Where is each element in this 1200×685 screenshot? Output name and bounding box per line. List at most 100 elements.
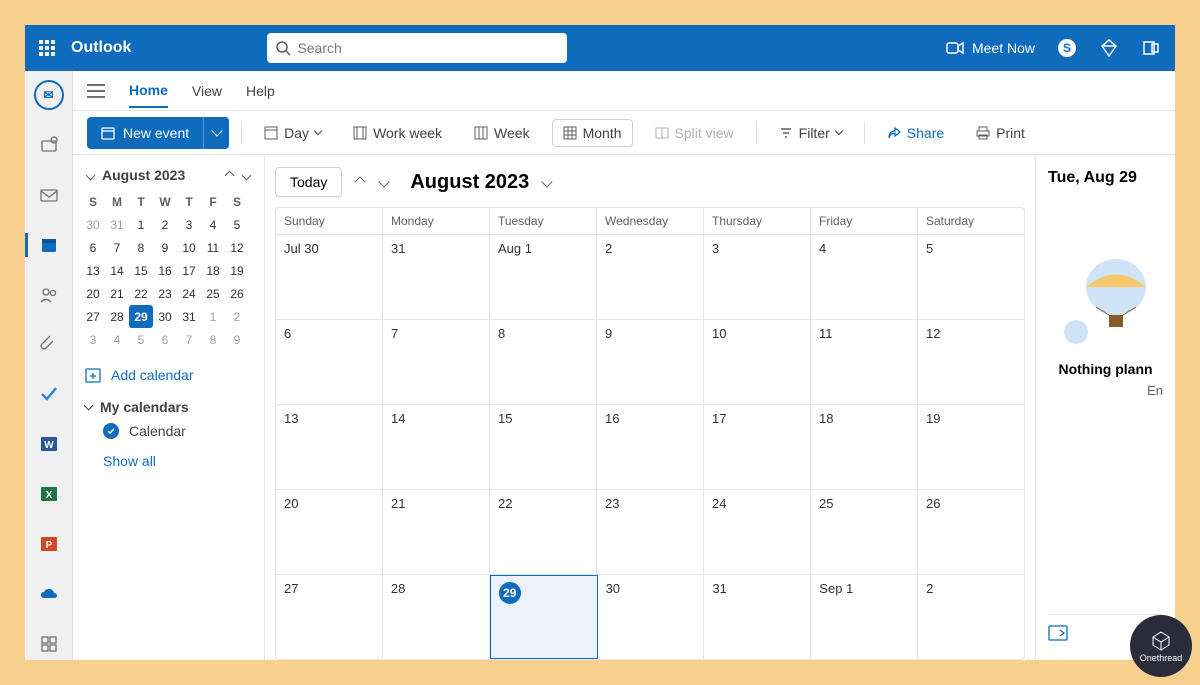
minical-day[interactable]: 7 [105, 236, 129, 259]
minical-day[interactable]: 30 [153, 305, 177, 328]
premium-icon[interactable] [1099, 38, 1119, 58]
minical-day[interactable]: 5 [225, 213, 249, 236]
minical-day[interactable]: 29 [129, 305, 153, 328]
new-event-dropdown[interactable] [203, 117, 229, 149]
minical-day[interactable]: 15 [129, 259, 153, 282]
minical-day[interactable]: 27 [81, 305, 105, 328]
minical-day[interactable]: 6 [81, 236, 105, 259]
minical-day[interactable]: 4 [201, 213, 225, 236]
day-cell[interactable]: 27 [276, 575, 383, 659]
tab-view[interactable]: View [192, 75, 222, 107]
day-cell[interactable]: 9 [597, 320, 704, 404]
day-cell[interactable]: 6 [276, 320, 383, 404]
minical-day[interactable]: 30 [81, 213, 105, 236]
next-month-button[interactable] [378, 171, 390, 193]
minical-day[interactable]: 25 [201, 282, 225, 305]
minical-day[interactable]: 23 [153, 282, 177, 305]
rail-mail[interactable] [33, 129, 65, 161]
day-cell[interactable]: 14 [383, 405, 490, 489]
minical-day[interactable]: 21 [105, 282, 129, 305]
tab-help[interactable]: Help [246, 75, 275, 107]
day-cell[interactable]: 17 [704, 405, 811, 489]
view-day-button[interactable]: Day [254, 120, 331, 146]
minical-day[interactable]: 3 [81, 328, 105, 351]
minical-day[interactable]: 8 [129, 236, 153, 259]
minical-day[interactable]: 7 [177, 328, 201, 351]
day-cell[interactable]: 20 [276, 490, 383, 574]
day-cell[interactable]: Sep 1 [811, 575, 918, 659]
rail-more-apps[interactable] [33, 628, 65, 660]
app-launcher-icon[interactable] [39, 40, 55, 56]
view-week-button[interactable]: Week [464, 120, 540, 146]
minical-next[interactable] [241, 165, 252, 184]
day-cell[interactable]: 31 [383, 235, 490, 319]
minical-day[interactable]: 14 [105, 259, 129, 282]
day-cell[interactable]: 3 [704, 235, 811, 319]
minical-day[interactable]: 31 [105, 213, 129, 236]
new-event-button[interactable]: New event [87, 117, 203, 149]
minical-day[interactable]: 2 [153, 213, 177, 236]
skype-icon[interactable]: S [1057, 38, 1077, 58]
minical-day[interactable]: 8 [201, 328, 225, 351]
meet-now-button[interactable]: Meet Now [946, 40, 1035, 56]
search-box[interactable] [267, 33, 567, 63]
minical-day[interactable]: 1 [201, 305, 225, 328]
view-workweek-button[interactable]: Work week [343, 120, 452, 146]
minical-day[interactable]: 26 [225, 282, 249, 305]
show-all-link[interactable]: Show all [103, 453, 252, 469]
rail-excel[interactable]: X [33, 478, 65, 510]
month-picker[interactable] [541, 171, 553, 193]
day-cell[interactable]: 2 [597, 235, 704, 319]
filter-button[interactable]: Filter [769, 120, 852, 146]
panel-action-icon[interactable] [1048, 625, 1068, 641]
day-cell[interactable]: 13 [276, 405, 383, 489]
rail-files[interactable] [33, 329, 65, 361]
rail-calendar[interactable] [33, 229, 65, 261]
day-cell[interactable]: 23 [597, 490, 704, 574]
print-button[interactable]: Print [966, 120, 1035, 146]
day-cell[interactable]: 12 [918, 320, 1024, 404]
minical-day[interactable]: 3 [177, 213, 201, 236]
day-cell[interactable]: 31 [704, 575, 811, 659]
minical-collapse[interactable] [85, 165, 96, 184]
teams-icon[interactable] [1141, 38, 1161, 58]
day-cell[interactable]: Aug 1 [490, 235, 597, 319]
day-cell[interactable]: 2 [918, 575, 1024, 659]
rail-todo[interactable] [33, 379, 65, 411]
minical-day[interactable]: 17 [177, 259, 201, 282]
day-cell[interactable]: 15 [490, 405, 597, 489]
tab-home[interactable]: Home [129, 74, 168, 108]
day-cell[interactable]: 28 [383, 575, 490, 659]
day-cell[interactable]: 26 [918, 490, 1024, 574]
rail-inbox[interactable] [33, 179, 65, 211]
minical-day[interactable]: 9 [225, 328, 249, 351]
day-cell[interactable]: 25 [811, 490, 918, 574]
minical-prev[interactable] [224, 165, 235, 184]
view-month-button[interactable]: Month [552, 119, 633, 147]
day-cell[interactable]: 30 [598, 575, 705, 659]
day-cell[interactable]: 18 [811, 405, 918, 489]
minical-day[interactable]: 5 [129, 328, 153, 351]
minical-day[interactable]: 19 [225, 259, 249, 282]
rail-word[interactable]: W [33, 428, 65, 460]
minical-day[interactable]: 10 [177, 236, 201, 259]
day-cell[interactable]: 16 [597, 405, 704, 489]
minical-day[interactable]: 31 [177, 305, 201, 328]
minical-day[interactable]: 4 [105, 328, 129, 351]
onethread-badge[interactable]: Onethread [1130, 615, 1192, 677]
minical-day[interactable]: 1 [129, 213, 153, 236]
day-cell[interactable]: 5 [918, 235, 1024, 319]
my-calendars-toggle[interactable]: My calendars [85, 399, 252, 415]
minical-day[interactable]: 16 [153, 259, 177, 282]
minical-day[interactable]: 12 [225, 236, 249, 259]
minical-day[interactable]: 28 [105, 305, 129, 328]
hamburger-icon[interactable] [87, 84, 105, 98]
minical-day[interactable]: 18 [201, 259, 225, 282]
day-cell[interactable]: 22 [490, 490, 597, 574]
rail-people[interactable] [33, 279, 65, 311]
prev-month-button[interactable] [354, 171, 366, 193]
day-cell[interactable]: 11 [811, 320, 918, 404]
day-cell[interactable]: 8 [490, 320, 597, 404]
minical-day[interactable]: 11 [201, 236, 225, 259]
minical-day[interactable]: 24 [177, 282, 201, 305]
